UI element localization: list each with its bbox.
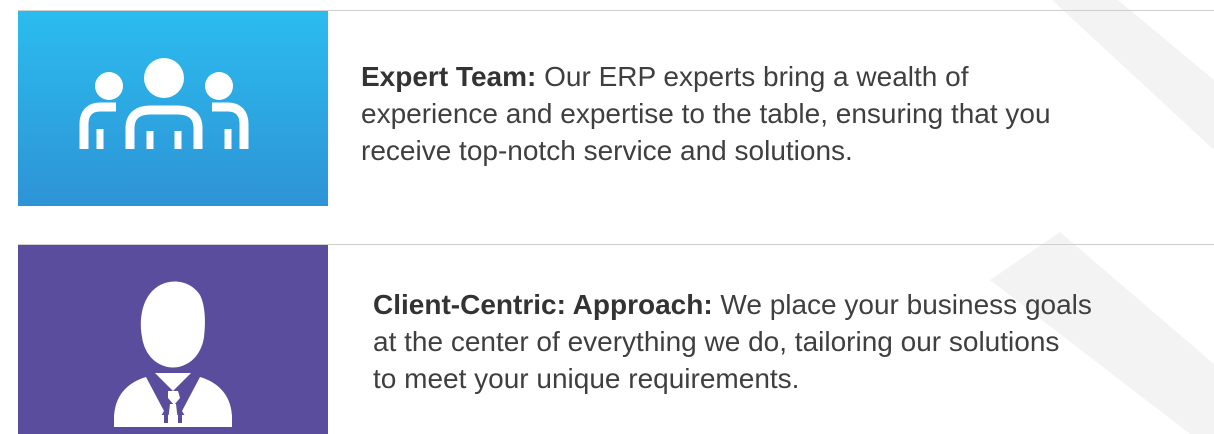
- feature-line: We place your business goals: [720, 289, 1092, 320]
- feature-title: Expert Team:: [361, 61, 537, 92]
- feature-description: Expert Team: Our ERP experts bring a wea…: [361, 58, 1051, 169]
- feature-line: Our ERP experts bring a wealth of: [544, 61, 969, 92]
- team-icon: [79, 58, 249, 149]
- feature-line: receive top-notch service and solutions.: [361, 135, 853, 166]
- feature-icon-box: [18, 11, 328, 206]
- feature-description: Client-Centric: Approach: We place your …: [373, 286, 1092, 397]
- feature-line: to meet your unique requirements.: [373, 363, 800, 394]
- feature-card-client-centric: Client-Centric: Approach: We place your …: [18, 244, 1214, 434]
- client-icon: [114, 281, 232, 427]
- feature-line: experience and expertise to the table, e…: [361, 98, 1051, 129]
- feature-title: Client-Centric: Approach:: [373, 289, 713, 320]
- feature-icon-box: [18, 245, 328, 434]
- feature-line: at the center of everything we do, tailo…: [373, 326, 1060, 357]
- feature-card-expert-team: Expert Team: Our ERP experts bring a wea…: [18, 10, 1214, 206]
